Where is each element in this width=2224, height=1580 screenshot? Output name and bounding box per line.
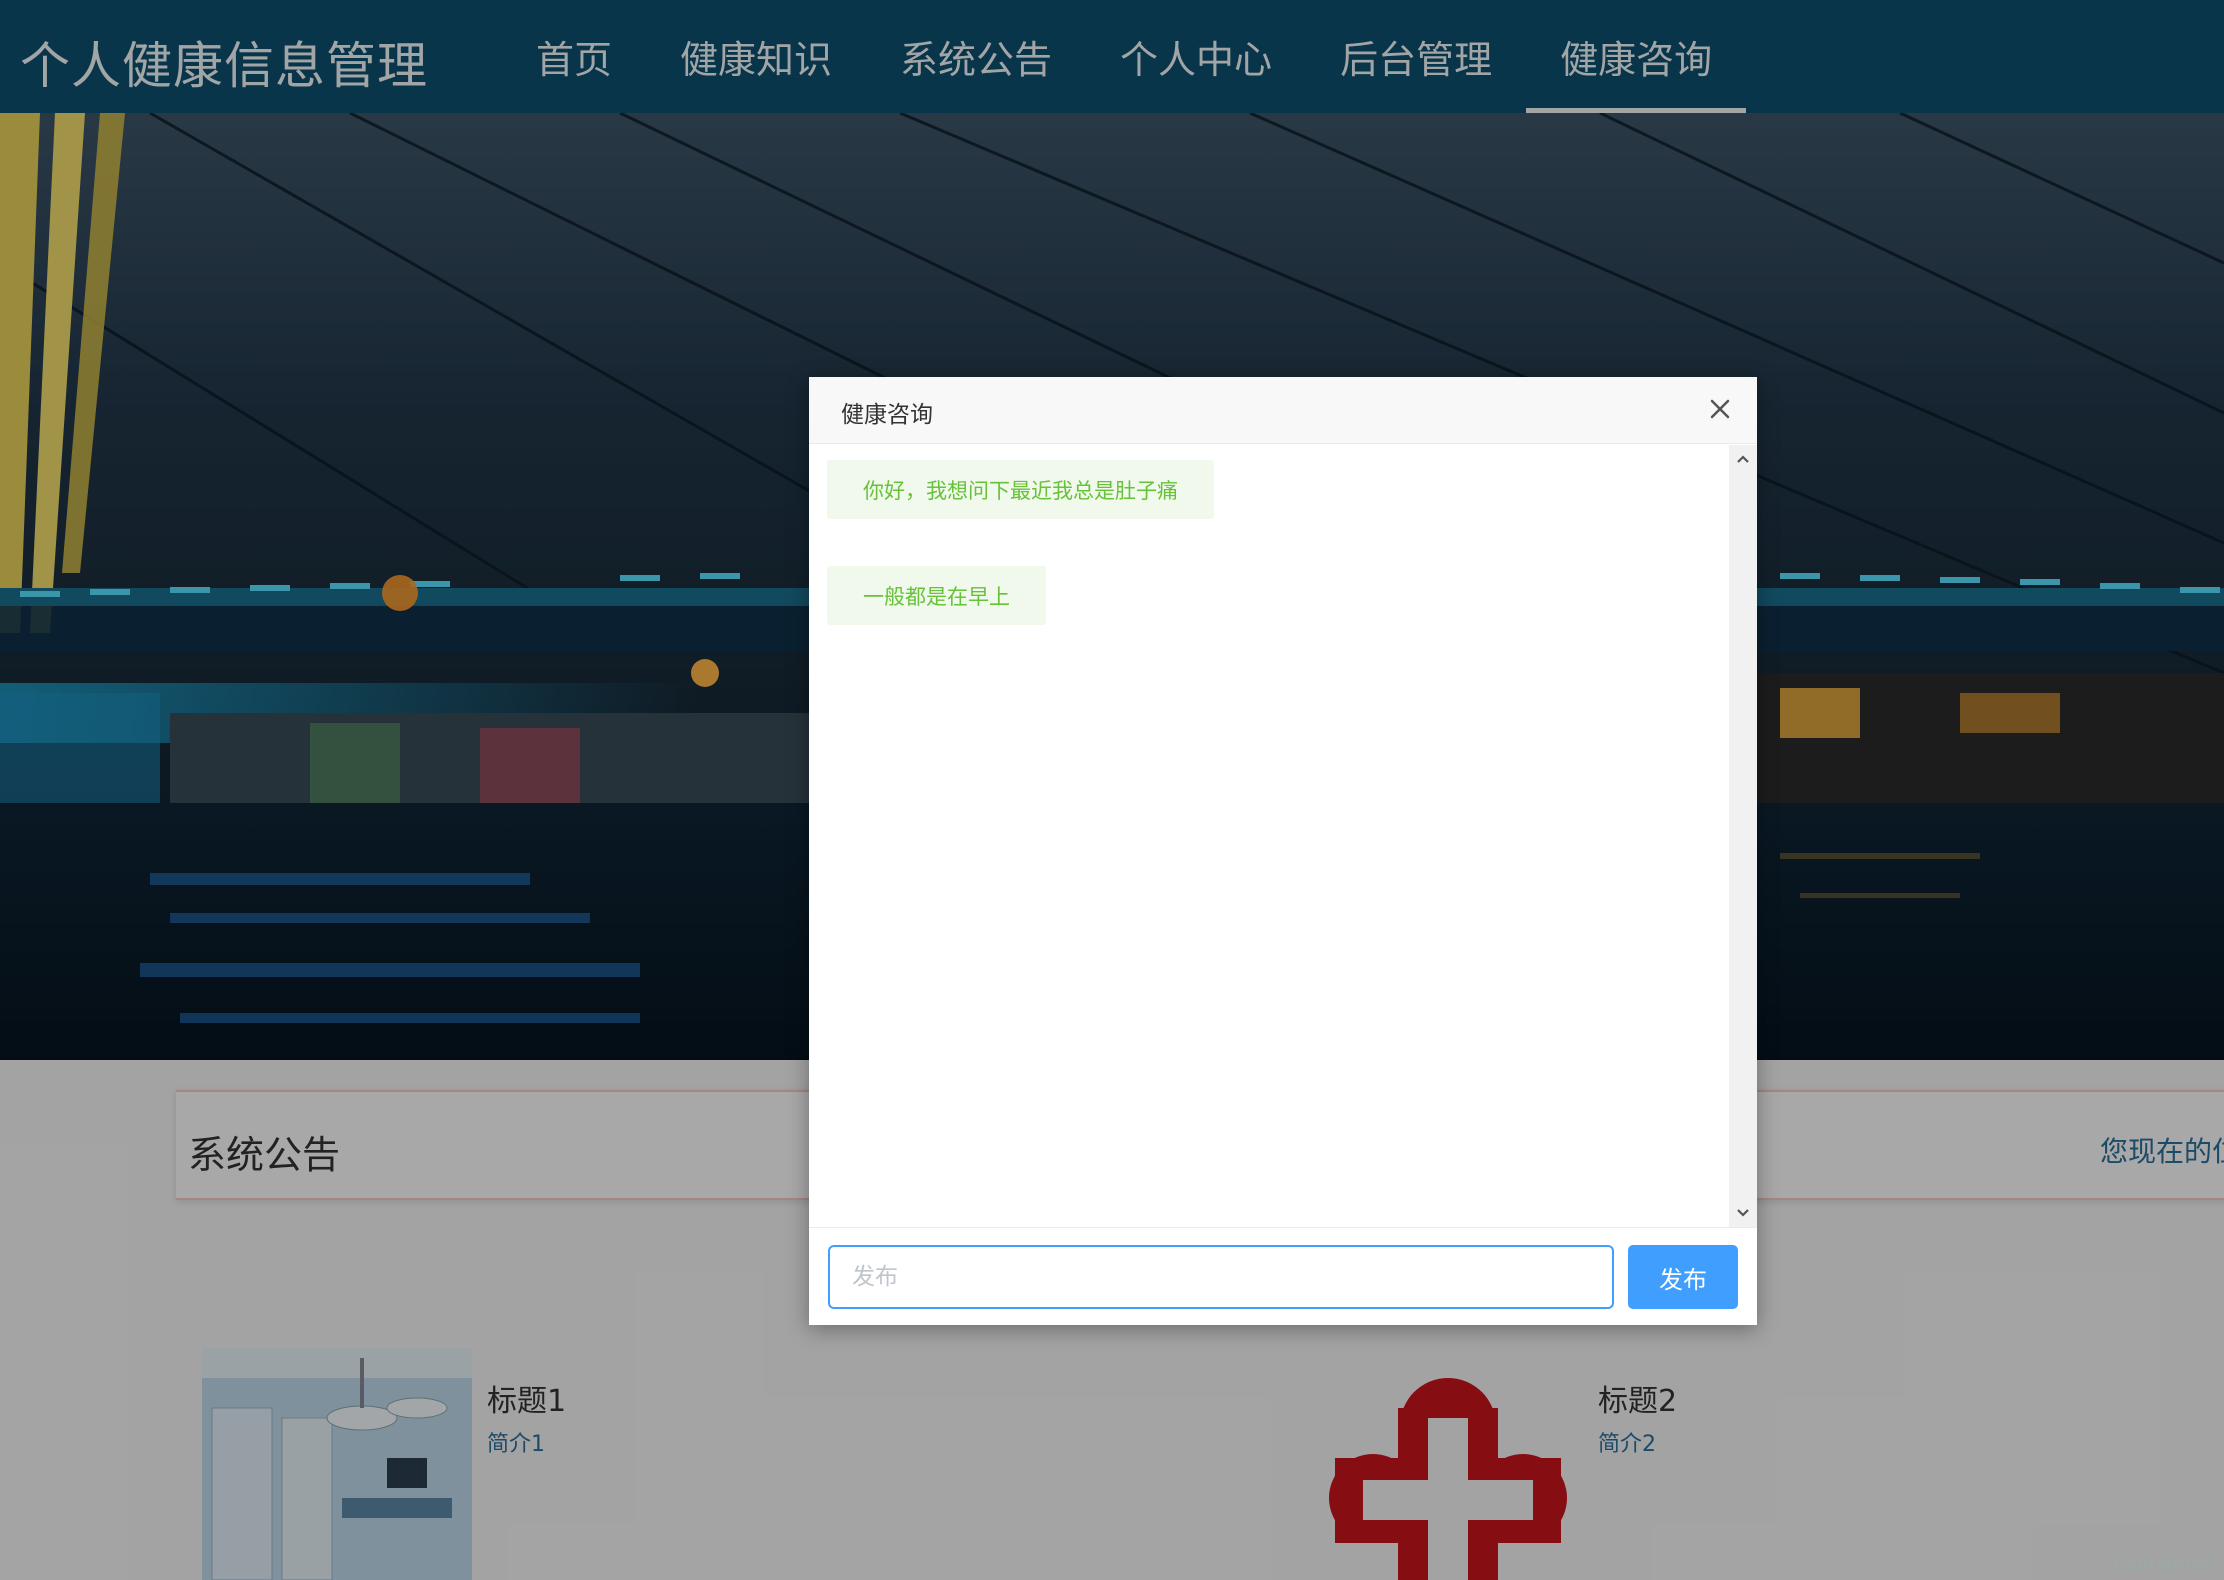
dialog-header: 健康咨询: [809, 377, 1757, 444]
chevron-up-icon: [1737, 455, 1749, 463]
chat-message: 你好，我想问下最近我总是肚子痛: [827, 460, 1214, 519]
chat-message-list[interactable]: 你好，我想问下最近我总是肚子痛 一般都是在早上: [809, 445, 1729, 1227]
watermark: CSDN @拉拉米: [2113, 1557, 2214, 1573]
close-icon[interactable]: [1709, 398, 1731, 420]
chat-scrollbar[interactable]: [1729, 445, 1757, 1227]
close-button[interactable]: [1705, 394, 1735, 424]
chevron-down-icon: [1737, 1209, 1749, 1217]
scroll-up-arrow[interactable]: [1729, 445, 1757, 473]
dialog-title: 健康咨询: [841, 402, 933, 428]
chat-message: 一般都是在早上: [827, 566, 1046, 625]
dialog-footer: 发布: [809, 1227, 1757, 1325]
health-consult-dialog: 健康咨询 你好，我想问下最近我总是肚子痛 一般都是在早上 发布: [809, 377, 1757, 1325]
message-input[interactable]: [828, 1245, 1614, 1309]
submit-button[interactable]: 发布: [1628, 1245, 1738, 1309]
scroll-down-arrow[interactable]: [1729, 1199, 1757, 1227]
